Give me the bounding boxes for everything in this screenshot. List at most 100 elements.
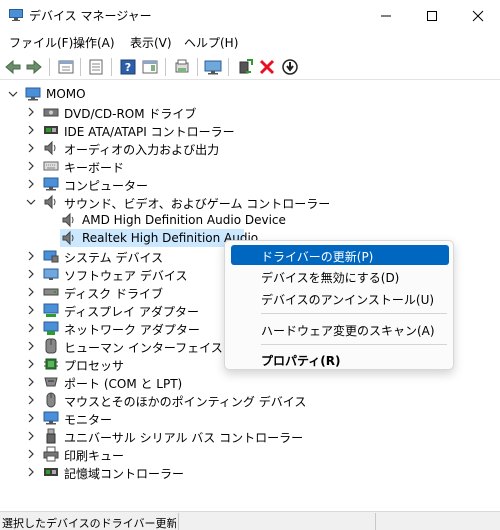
context-item-label: ドライバーの更新(P) xyxy=(261,250,374,264)
status-divider xyxy=(178,513,179,530)
category-label: ユニバーサル シリアル バス コントローラー xyxy=(64,431,304,445)
properties-view-button[interactable] xyxy=(56,57,76,77)
toolbar-separator xyxy=(228,58,229,76)
tree-category-dvd[interactable]: DVD/CD-ROM ドライブ xyxy=(0,103,500,121)
toolbar: ? xyxy=(0,54,500,80)
context-update-driver[interactable]: ドライバーの更新(P) xyxy=(231,245,449,265)
context-separator xyxy=(261,344,447,345)
category-label: コンピューター xyxy=(64,179,149,193)
chevron-right-icon[interactable] xyxy=(26,323,36,333)
minimize-button[interactable] xyxy=(363,0,409,30)
chevron-right-icon[interactable] xyxy=(26,107,36,117)
context-scan-hardware[interactable]: ハードウェア変更のスキャン(A) xyxy=(225,319,455,339)
status-divider xyxy=(375,513,376,530)
toolbar-separator xyxy=(197,58,198,76)
status-bar: 選択したデバイスのドライバー更新ウィ xyxy=(0,511,500,530)
tree-category-computer[interactable]: コンピューター xyxy=(0,175,500,193)
tree-category-sound[interactable]: サウンド、ビデオ、およびゲーム コントローラー xyxy=(0,193,500,211)
chevron-right-icon[interactable] xyxy=(26,287,36,297)
tree-category-usb[interactable]: ユニバーサル シリアル バス コントローラー xyxy=(0,427,500,445)
chevron-right-icon[interactable] xyxy=(26,305,36,315)
chevron-right-icon[interactable] xyxy=(26,359,36,369)
context-item-label: デバイスを無効にする(D) xyxy=(261,271,400,285)
uninstall-button[interactable] xyxy=(257,57,277,77)
chevron-right-icon[interactable] xyxy=(26,269,36,279)
category-label: ディスプレイ アダプター xyxy=(64,305,199,319)
context-menu: ドライバーの更新(P) デバイスを無効にする(D) デバイスのアンインストール(… xyxy=(224,240,454,370)
chevron-right-icon[interactable] xyxy=(26,377,36,387)
chevron-right-icon[interactable] xyxy=(26,449,36,459)
usb-icon xyxy=(46,428,56,444)
add-driver-icon xyxy=(239,59,253,74)
tree-category-print-queue[interactable]: 印刷キュー xyxy=(0,445,500,463)
computer-icon xyxy=(25,87,41,101)
chevron-right-icon[interactable] xyxy=(26,125,36,135)
category-label: キーボード xyxy=(64,161,125,175)
scan-monitor-button[interactable] xyxy=(203,57,223,77)
tree-category-ide[interactable]: IDE ATA/ATAPI コントローラー xyxy=(0,121,500,139)
disable-button[interactable] xyxy=(280,57,300,77)
category-label: DVD/CD-ROM ドライブ xyxy=(64,107,197,121)
tree-category-monitor[interactable]: モニター xyxy=(0,409,500,427)
panel-button[interactable] xyxy=(140,57,160,77)
context-uninstall-device[interactable]: デバイスのアンインストール(U) xyxy=(225,288,455,308)
chevron-down-icon[interactable] xyxy=(26,197,36,207)
menu-view[interactable]: 表示(V) xyxy=(130,34,172,51)
category-label: IDE ATA/ATAPI コントローラー xyxy=(64,125,235,139)
speaker-icon xyxy=(44,194,56,210)
storage-controller-icon xyxy=(44,468,58,476)
title-bar: デバイス マネージャー xyxy=(0,0,500,30)
tree-category-audio-io[interactable]: オーディオの入力および出力 xyxy=(0,139,500,157)
menu-action[interactable]: 操作(A) xyxy=(73,34,115,51)
back-button[interactable] xyxy=(3,57,23,77)
tree-category-mouse[interactable]: マウスとそのほかのポインティング デバイス xyxy=(0,391,500,409)
details-button[interactable] xyxy=(86,57,106,77)
menu-file[interactable]: ファイル(F) xyxy=(9,34,73,51)
chevron-right-icon[interactable] xyxy=(26,395,36,405)
ide-controller-icon xyxy=(44,126,58,134)
minimize-icon xyxy=(381,15,391,17)
chevron-down-icon[interactable] xyxy=(8,89,18,99)
uninstall-x-icon xyxy=(259,59,275,75)
help-button[interactable]: ? xyxy=(118,57,138,77)
chevron-right-icon[interactable] xyxy=(26,413,36,423)
monitor-icon xyxy=(204,60,222,75)
chevron-right-icon[interactable] xyxy=(26,179,36,189)
category-label: システム デバイス xyxy=(64,251,164,265)
chevron-right-icon[interactable] xyxy=(26,143,36,153)
context-disable-device[interactable]: デバイスを無効にする(D) xyxy=(225,266,455,286)
menu-help[interactable]: ヘルプ(H) xyxy=(184,34,238,51)
context-properties[interactable]: プロパティ(R) xyxy=(225,349,455,369)
tree-category-keyboard[interactable]: キーボード xyxy=(0,157,500,175)
network-adapter-icon xyxy=(43,321,59,335)
tree-root[interactable]: MOMO xyxy=(0,85,500,103)
context-item-label: デバイスのアンインストール(U) xyxy=(261,293,435,307)
monitor-icon xyxy=(43,411,59,425)
window-title: デバイス マネージャー xyxy=(29,9,152,23)
close-button[interactable] xyxy=(455,0,500,30)
forward-button[interactable] xyxy=(24,57,44,77)
chevron-right-icon[interactable] xyxy=(26,341,36,351)
disk-drive-icon xyxy=(43,288,59,296)
back-arrow-icon xyxy=(5,59,21,75)
update-driver-button[interactable] xyxy=(235,57,255,77)
toolbar-separator xyxy=(49,58,50,76)
chevron-right-icon[interactable] xyxy=(26,251,36,261)
tree-category-storage[interactable]: 記憶域コントローラー xyxy=(0,463,500,481)
maximize-button[interactable] xyxy=(409,0,455,30)
chevron-right-icon[interactable] xyxy=(26,467,36,477)
properties-view-icon xyxy=(58,60,74,74)
tree-device-amd-audio[interactable]: AMD High Definition Audio Device xyxy=(0,211,500,229)
status-text: 選択したデバイスのドライバー更新ウィ xyxy=(2,517,176,530)
refresh-button[interactable] xyxy=(172,57,192,77)
toolbar-separator xyxy=(80,58,81,76)
forward-arrow-icon xyxy=(26,59,42,75)
hid-icon xyxy=(45,338,57,354)
category-label: サウンド、ビデオ、およびゲーム コントローラー xyxy=(64,197,331,211)
system-device-icon xyxy=(43,250,59,263)
chevron-right-icon[interactable] xyxy=(26,431,36,441)
tree-category-ports[interactable]: ポート (COM と LPT) xyxy=(0,373,500,391)
chevron-right-icon[interactable] xyxy=(26,161,36,171)
category-label: マウスとそのほかのポインティング デバイス xyxy=(64,395,307,409)
context-item-label: ハードウェア変更のスキャン(A) xyxy=(261,324,435,338)
